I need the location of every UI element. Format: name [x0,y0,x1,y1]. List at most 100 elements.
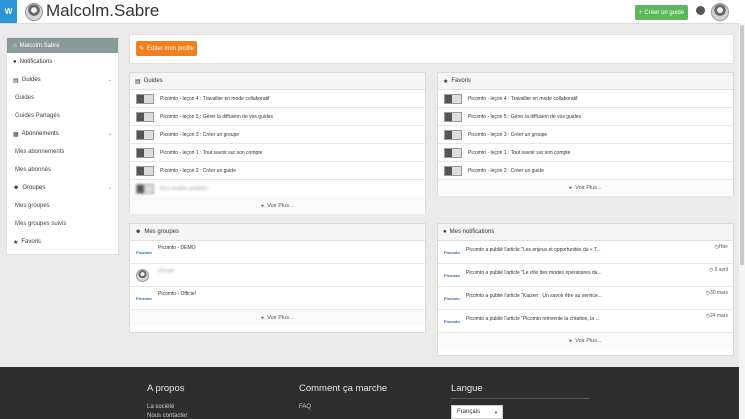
home-icon: ⌂ [13,42,17,49]
language-select[interactable]: Français ▼ [451,405,503,419]
edit-profile-button[interactable]: ✎ Editer mon profile [136,41,197,56]
groupes-see-more-button[interactable]: ▸ Voir Plus... [130,310,425,326]
create-guide-button[interactable]: + Créer un guide [635,5,688,20]
group-row[interactable]: Groupe [130,264,425,287]
logo-text: W [4,7,13,16]
favoris-panel: ★ Favoris Picomto - leçon 4 : Travailler… [437,72,734,196]
notification-logo: Picomto [444,319,460,324]
sidebar: ⌂ Malcolm.Sabre ● Notifications ▤ Guides… [6,37,119,255]
sidebar-item-label: Abonnements [21,131,59,137]
footer-link-societe[interactable]: La société [147,404,174,410]
notification-logo: Picomto [444,273,460,278]
star-icon: ★ [443,78,449,85]
sidebar-item-mes-groupes-suivis[interactable]: Mes groupes suivis [7,215,118,233]
sidebar-item-label: Mes groupes suivis [15,221,67,227]
favorite-row[interactable]: Picomto - leçon 3 : Créer un groupe [438,126,733,144]
sidebar-item-mes-abonnements[interactable]: Mes abonnements [7,143,118,161]
favorite-title: Picomto - leçon 2 : Créer un guide [468,167,544,174]
guide-thumbnail [444,129,462,140]
notification-logo: Picomto [444,296,460,301]
footer-how-title: Comment ça marche [299,383,388,394]
notification-time: ◷24 mars [705,313,728,319]
caret-right-icon: ▸ [261,315,265,321]
sidebar-item-abonnements[interactable]: ▦ Abonnements ⌄ [7,125,118,143]
guide-title: Picomto - leçon 2 : Créer un guide [160,167,236,174]
group-logo: Picomto [136,296,152,301]
groupes-panel-header: ☻ Mes groupes [130,224,425,241]
favorite-title: Picomto - leçon 5 : Gérer la diffusion d… [468,113,582,120]
caret-right-icon: ▸ [569,185,573,191]
guide-thumbnail [136,93,154,104]
notifications-panel: ● Mes notifications Picomto Picomto a pu… [437,223,734,356]
favoris-see-more-button[interactable]: ▸ Voir Plus... [438,180,733,196]
chevron-down-icon: ⌄ [107,131,112,137]
notification-text: Picomto a publié l'article "Les enjeux e… [466,247,601,253]
sidebar-item-favoris[interactable]: ★ Favoris [7,233,118,251]
top-bar: W Malcolm.Sabre + Créer un guide [0,0,745,24]
footer-link-faq[interactable]: FAQ [299,404,311,410]
edit-profile-label: Editer mon profile [147,45,195,52]
scrollbar-thumb[interactable] [740,25,744,265]
app-logo[interactable]: W [0,0,17,23]
user-menu-avatar[interactable] [711,3,729,21]
chevron-down-icon: ▼ [494,409,498,415]
guide-row[interactable]: Picomto - leçon 1 : Tout savoir sur son … [130,144,425,162]
notification-row[interactable]: Picomto Picomto a publié l'article "Pico… [438,310,733,333]
favorite-title: Picomto - leçon 1 : Tout savoir sur son … [468,149,571,156]
sidebar-item-groupes[interactable]: ☻ Groupes ⌄ [7,179,118,197]
notification-text: Picomto a publié l'article "Kaizen : Un … [466,293,602,299]
guides-panel: ▤ Guides Picomto - leçon 4 : Travailler … [129,72,426,214]
favorite-row[interactable]: Picomto - leçon 5 : Gérer la diffusion d… [438,108,733,126]
globe-icon: ● [13,59,17,65]
panel-title: Guides [143,78,163,84]
sidebar-item-guides-list[interactable]: Guides [7,89,118,107]
group-name: Picomto - DEMO [158,245,196,251]
group-row[interactable]: Picomto Picomto - DEMO [130,241,425,264]
notification-time-label: 30 mars [709,290,728,296]
notification-text: Picomto a publié l'article "Picomto réin… [466,316,600,322]
language-select-value: Français [457,409,481,415]
edit-profile-bar [129,34,734,64]
favorite-row[interactable]: Picomto - leçon 1 : Tout savoir sur son … [438,144,733,162]
sidebar-item-label: Notifications [19,59,53,65]
sidebar-header[interactable]: ⌂ Malcolm.Sabre [7,38,118,53]
profile-avatar [25,3,43,21]
caret-right-icon: ▸ [569,338,573,344]
guide-row[interactable]: Mon modèle prédéfini [130,180,425,198]
language-globe-icon[interactable] [696,6,705,15]
sidebar-item-guides-partages[interactable]: Guides Partagés [7,107,118,125]
users-icon: ☻ [13,185,20,191]
chevron-down-icon: ⌄ [107,185,112,191]
guide-title: Picomto - leçon 1 : Tout savoir sur son … [160,149,263,156]
sidebar-item-guides[interactable]: ▤ Guides ⌄ [7,71,118,89]
notification-row[interactable]: Picomto Picomto a publié l'article "Le r… [438,264,733,287]
footer-link-contact[interactable]: Nous contacter [147,413,187,419]
plus-icon: + [638,9,643,16]
guide-row[interactable]: Picomto - leçon 2 : Créer un guide [130,162,425,180]
group-row[interactable]: Picomto Picomto - Officiel [130,287,425,310]
notification-row[interactable]: Picomto Picomto a publié l'article "Kaiz… [438,287,733,310]
caret-right-icon: ▸ [261,203,265,209]
favorite-row[interactable]: Picomto - leçon 2 : Créer un guide [438,162,733,180]
guide-row[interactable]: Picomto - leçon 4 : Travailler en mode c… [130,90,425,108]
see-more-label: Voir Plus... [575,185,602,191]
guides-see-more-button[interactable]: ▸ Voir Plus... [130,198,425,214]
guide-row[interactable]: Picomto - leçon 5 : Gérer la diffusion d… [130,108,425,126]
favorite-row[interactable]: Picomto - leçon 4 : Travailler en mode c… [438,90,733,108]
guide-row[interactable]: Picomto - leçon 3 : Créer un groupe [130,126,425,144]
see-more-label: Voir Plus... [267,315,294,321]
notification-time: ◷30 mars [705,290,728,296]
guide-thumbnail [444,93,462,104]
favorite-title: Picomto - leçon 4 : Travailler en mode c… [468,95,578,102]
guide-title: Picomto - leçon 3 : Créer un groupe [160,131,240,138]
notifications-see-more-button[interactable]: ▸ Voir Plus... [438,333,733,349]
notification-row[interactable]: Picomto Picomto a publié l'article "Les … [438,241,733,264]
group-logo: Picomto [136,250,152,255]
footer-about-title: A propos [147,383,185,394]
sidebar-item-notifications[interactable]: ● Notifications [7,53,118,71]
star-icon: ★ [13,239,19,246]
sidebar-item-mes-abonnes[interactable]: Mes abonnés [7,161,118,179]
globe-icon: ● [443,229,447,235]
guide-thumbnail [136,183,154,194]
sidebar-item-mes-groupes[interactable]: Mes groupes [7,197,118,215]
